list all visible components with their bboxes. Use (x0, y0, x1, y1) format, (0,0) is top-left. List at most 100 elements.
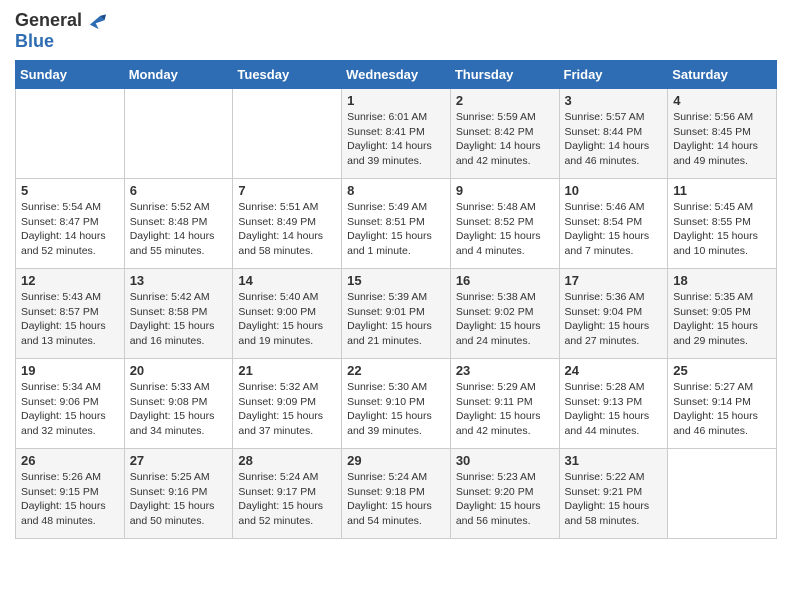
day-info: Sunrise: 5:33 AM Sunset: 9:08 PM Dayligh… (130, 380, 228, 439)
calendar-cell: 10 Sunrise: 5:46 AM Sunset: 8:54 PM Dayli… (559, 179, 668, 269)
day-number: 6 (130, 183, 228, 198)
calendar-cell: 15 Sunrise: 5:39 AM Sunset: 9:01 PM Dayli… (342, 269, 451, 359)
day-number: 15 (347, 273, 445, 288)
day-number: 12 (21, 273, 119, 288)
calendar-cell: 27 Sunrise: 5:25 AM Sunset: 9:16 PM Dayli… (124, 449, 233, 539)
day-info: Sunrise: 5:29 AM Sunset: 9:11 PM Dayligh… (456, 380, 554, 439)
day-number: 17 (565, 273, 663, 288)
calendar-cell: 20Sunrise: 5:33 AM Sunset: 9:08 PM Dayli… (124, 359, 233, 449)
calendar-cell: 30Sunrise: 5:23 AM Sunset: 9:20 PM Dayli… (450, 449, 559, 539)
day-info: Sunrise: 5:35 AM Sunset: 9:05 PM Dayligh… (673, 290, 771, 349)
day-number: 26 (21, 453, 119, 468)
column-header-tuesday: Tuesday (233, 61, 342, 89)
day-info: Sunrise: 5:39 AM Sunset: 9:01 PM Dayligh… (347, 290, 445, 349)
day-number: 5 (21, 183, 119, 198)
day-info: Sunrise: 5:51 AM Sunset: 8:49 PM Dayligh… (238, 200, 336, 259)
day-info: Sunrise: 6:01 AM Sunset: 8:41 PM Dayligh… (347, 110, 445, 169)
calendar-table: SundayMondayTuesdayWednesdayThursdayFrid… (15, 60, 777, 539)
day-info: Sunrise: 5:43 AM Sunset: 8:57 PM Dayligh… (21, 290, 119, 349)
calendar-cell: 29 Sunrise: 5:24 AM Sunset: 9:18 PM Dayli… (342, 449, 451, 539)
day-number: 16 (456, 273, 554, 288)
day-info: Sunrise: 5:32 AM Sunset: 9:09 PM Dayligh… (238, 380, 336, 439)
day-number: 8 (347, 183, 445, 198)
calendar-week-row: 26 Sunrise: 5:26 AM Sunset: 9:15 PM Dayli… (16, 449, 777, 539)
calendar-cell: 16 Sunrise: 5:38 AM Sunset: 9:02 PM Dayli… (450, 269, 559, 359)
day-info: Sunrise: 5:22 AM Sunset: 9:21 PM Dayligh… (565, 470, 663, 529)
calendar-cell: 11Sunrise: 5:45 AM Sunset: 8:55 PM Dayli… (668, 179, 777, 269)
calendar-cell: 17 Sunrise: 5:36 AM Sunset: 9:04 PM Dayli… (559, 269, 668, 359)
day-number: 4 (673, 93, 771, 108)
calendar-cell (124, 89, 233, 179)
day-number: 31 (565, 453, 663, 468)
day-info: Sunrise: 5:57 AM Sunset: 8:44 PM Dayligh… (565, 110, 663, 169)
day-info: Sunrise: 5:49 AM Sunset: 8:51 PM Dayligh… (347, 200, 445, 259)
header: General Blue (15, 10, 777, 52)
day-number: 9 (456, 183, 554, 198)
day-info: Sunrise: 5:52 AM Sunset: 8:48 PM Dayligh… (130, 200, 228, 259)
day-info: Sunrise: 5:42 AM Sunset: 8:58 PM Dayligh… (130, 290, 228, 349)
calendar-cell (233, 89, 342, 179)
calendar-cell: 19 Sunrise: 5:34 AM Sunset: 9:06 PM Dayli… (16, 359, 125, 449)
calendar-cell: 13Sunrise: 5:42 AM Sunset: 8:58 PM Dayli… (124, 269, 233, 359)
day-info: Sunrise: 5:46 AM Sunset: 8:54 PM Dayligh… (565, 200, 663, 259)
calendar-cell: 25 Sunrise: 5:27 AM Sunset: 9:14 PM Dayli… (668, 359, 777, 449)
day-info: Sunrise: 5:36 AM Sunset: 9:04 PM Dayligh… (565, 290, 663, 349)
day-info: Sunrise: 5:38 AM Sunset: 9:02 PM Dayligh… (456, 290, 554, 349)
calendar-cell: 3 Sunrise: 5:57 AM Sunset: 8:44 PM Daylig… (559, 89, 668, 179)
column-header-monday: Monday (124, 61, 233, 89)
logo: General Blue (15, 10, 106, 52)
day-number: 2 (456, 93, 554, 108)
calendar-cell: 1Sunrise: 6:01 AM Sunset: 8:41 PM Daylig… (342, 89, 451, 179)
calendar-cell: 4 Sunrise: 5:56 AM Sunset: 8:45 PM Daylig… (668, 89, 777, 179)
calendar-cell (16, 89, 125, 179)
day-info: Sunrise: 5:27 AM Sunset: 9:14 PM Dayligh… (673, 380, 771, 439)
calendar-cell: 26 Sunrise: 5:26 AM Sunset: 9:15 PM Dayli… (16, 449, 125, 539)
calendar-cell: 7 Sunrise: 5:51 AM Sunset: 8:49 PM Daylig… (233, 179, 342, 269)
calendar-cell: 2 Sunrise: 5:59 AM Sunset: 8:42 PM Daylig… (450, 89, 559, 179)
logo-bird-icon (84, 10, 106, 32)
day-number: 30 (456, 453, 554, 468)
calendar-cell: 9Sunrise: 5:48 AM Sunset: 8:52 PM Daylig… (450, 179, 559, 269)
calendar-cell: 14 Sunrise: 5:40 AM Sunset: 9:00 PM Dayli… (233, 269, 342, 359)
day-info: Sunrise: 5:24 AM Sunset: 9:17 PM Dayligh… (238, 470, 336, 529)
day-info: Sunrise: 5:34 AM Sunset: 9:06 PM Dayligh… (21, 380, 119, 439)
day-info: Sunrise: 5:24 AM Sunset: 9:18 PM Dayligh… (347, 470, 445, 529)
column-header-sunday: Sunday (16, 61, 125, 89)
day-number: 10 (565, 183, 663, 198)
day-number: 19 (21, 363, 119, 378)
column-header-thursday: Thursday (450, 61, 559, 89)
day-info: Sunrise: 5:28 AM Sunset: 9:13 PM Dayligh… (565, 380, 663, 439)
logo-blue-text: Blue (15, 31, 54, 51)
column-header-saturday: Saturday (668, 61, 777, 89)
day-info: Sunrise: 5:56 AM Sunset: 8:45 PM Dayligh… (673, 110, 771, 169)
calendar-cell: 22Sunrise: 5:30 AM Sunset: 9:10 PM Dayli… (342, 359, 451, 449)
day-info: Sunrise: 5:40 AM Sunset: 9:00 PM Dayligh… (238, 290, 336, 349)
calendar-cell: 28 Sunrise: 5:24 AM Sunset: 9:17 PM Dayli… (233, 449, 342, 539)
day-number: 23 (456, 363, 554, 378)
calendar-cell: 8 Sunrise: 5:49 AM Sunset: 8:51 PM Daylig… (342, 179, 451, 269)
calendar-cell: 18 Sunrise: 5:35 AM Sunset: 9:05 PM Dayli… (668, 269, 777, 359)
day-number: 24 (565, 363, 663, 378)
calendar-cell (668, 449, 777, 539)
calendar-cell: 21 Sunrise: 5:32 AM Sunset: 9:09 PM Dayli… (233, 359, 342, 449)
calendar-week-row: 5Sunrise: 5:54 AM Sunset: 8:47 PM Daylig… (16, 179, 777, 269)
day-number: 27 (130, 453, 228, 468)
day-info: Sunrise: 5:59 AM Sunset: 8:42 PM Dayligh… (456, 110, 554, 169)
day-info: Sunrise: 5:26 AM Sunset: 9:15 PM Dayligh… (21, 470, 119, 529)
day-number: 11 (673, 183, 771, 198)
day-number: 21 (238, 363, 336, 378)
logo-general-text: General (15, 10, 82, 30)
day-number: 14 (238, 273, 336, 288)
day-number: 3 (565, 93, 663, 108)
calendar-cell: 5Sunrise: 5:54 AM Sunset: 8:47 PM Daylig… (16, 179, 125, 269)
day-number: 29 (347, 453, 445, 468)
day-info: Sunrise: 5:25 AM Sunset: 9:16 PM Dayligh… (130, 470, 228, 529)
calendar-header-row: SundayMondayTuesdayWednesdayThursdayFrid… (16, 61, 777, 89)
day-number: 7 (238, 183, 336, 198)
day-number: 25 (673, 363, 771, 378)
day-number: 28 (238, 453, 336, 468)
calendar-cell: 12 Sunrise: 5:43 AM Sunset: 8:57 PM Dayli… (16, 269, 125, 359)
day-number: 18 (673, 273, 771, 288)
calendar-cell: 31 Sunrise: 5:22 AM Sunset: 9:21 PM Dayli… (559, 449, 668, 539)
column-header-friday: Friday (559, 61, 668, 89)
